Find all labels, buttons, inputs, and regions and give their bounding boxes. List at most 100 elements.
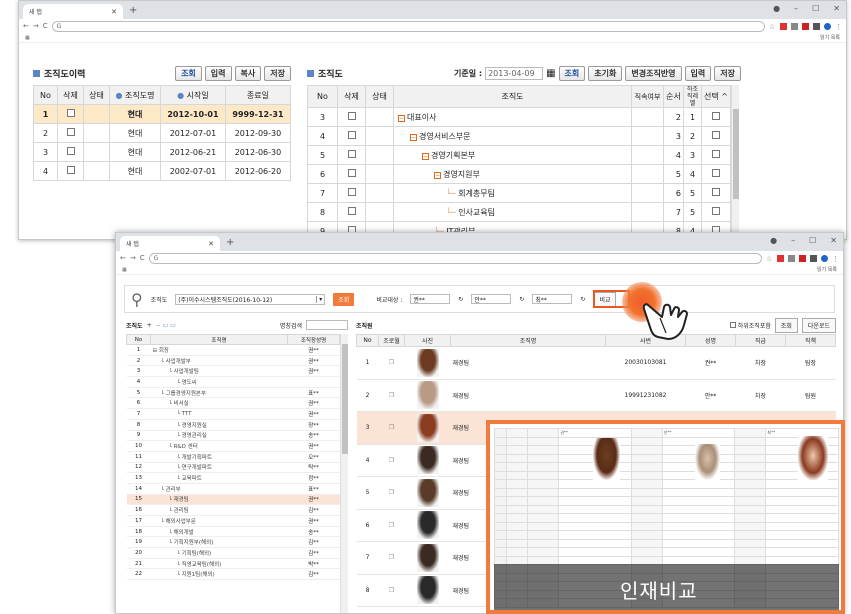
table-row[interactable]: 4 현대 2002-07-01 2012-06-20 <box>33 161 292 181</box>
profile-icon[interactable]: ● <box>770 236 777 245</box>
tree-scrollbar[interactable] <box>340 334 348 613</box>
delete-checkbox[interactable] <box>66 166 75 174</box>
base-date-input[interactable]: 2013-04-09 <box>485 66 544 80</box>
profile-icon[interactable]: ● <box>773 4 780 13</box>
compare-input-1[interactable]: 권** <box>410 294 451 304</box>
close-window-icon[interactable]: ✕ <box>830 236 837 245</box>
delete-checkbox[interactable] <box>66 109 75 117</box>
download-button[interactable]: 다운로드 <box>801 317 836 333</box>
member-search-button[interactable]: 조회 <box>774 317 798 333</box>
select-checkbox[interactable] <box>712 169 720 177</box>
collapse-node-icon[interactable]: − <box>422 152 429 160</box>
reload-icon[interactable]: C <box>140 254 145 262</box>
maximize-icon[interactable]: ☐ <box>812 4 819 13</box>
history-copy-button[interactable]: 복사 <box>234 65 262 81</box>
reset-icon[interactable]: ↻ <box>580 296 585 303</box>
ext-grid-icon[interactable] <box>791 22 798 30</box>
tree-row[interactable]: 6 └ 비서실 권** <box>126 397 340 410</box>
tree-row[interactable]: 8 └ 경영지원실 장** <box>126 419 340 431</box>
table-row[interactable]: 2 ❐ 재경팀 19991231082 안** 차장 팀원 <box>356 379 836 412</box>
reading-list[interactable]: 읽기 목록 <box>820 34 840 41</box>
collapse-node-icon[interactable]: − <box>434 171 441 179</box>
select-checkbox[interactable] <box>712 112 720 120</box>
calendar-icon[interactable]: ▦ <box>546 68 555 79</box>
reading-list[interactable]: 읽기 목록 <box>817 266 837 273</box>
reset-icon[interactable]: ↻ <box>519 296 524 303</box>
reload-icon[interactable]: C <box>43 22 48 30</box>
apps-icon[interactable]: ▦ <box>122 267 127 273</box>
close-tab-icon[interactable]: ✕ <box>208 240 214 248</box>
org-search-button[interactable]: 조회 <box>333 292 355 306</box>
ext-grid-icon[interactable] <box>788 254 795 262</box>
copy-icon[interactable]: ❐ <box>378 476 405 510</box>
ext-flag-icon[interactable] <box>802 22 809 30</box>
table-row[interactable]: 1 ❐ 재경팀 20030103081 권** 차장 팀장 <box>356 346 836 380</box>
tree-row[interactable]: 10 └ R&D 센터 권** <box>126 440 340 452</box>
reset-icon[interactable]: ↻ <box>458 296 463 303</box>
tree-row[interactable]: 19 └ 기획지원부(해외) 김** <box>126 536 340 549</box>
ext-puzzle-icon[interactable] <box>810 254 817 262</box>
org-select[interactable]: (주)이수시스템조직도(2016-10-12) ▾ <box>175 293 326 305</box>
new-tab-icon[interactable]: + <box>226 237 234 248</box>
tree-row[interactable]: 22 └ 지원1팀(해외) 김** <box>126 568 340 581</box>
copy-icon[interactable]: ❐ <box>378 509 405 542</box>
forward-icon[interactable]: → <box>33 22 39 30</box>
tree-row[interactable]: 3 └ 사업개발팀 권** <box>126 365 340 378</box>
tree-row[interactable]: 17 └ 해외사업부문 권** <box>126 515 340 527</box>
copy-icon[interactable]: ❐ <box>378 574 405 607</box>
minimize-icon[interactable]: – <box>794 4 798 13</box>
tree-row[interactable]: 1 ⊟ 회장 권** <box>126 344 340 356</box>
close-window-icon[interactable]: ✕ <box>833 4 840 13</box>
back-icon[interactable]: ← <box>23 22 29 30</box>
delete-checkbox[interactable] <box>347 131 356 139</box>
chart-search-button[interactable]: 조회 <box>558 65 586 81</box>
table-row[interactable]: 7 └─ 회계총무팀 6 5 <box>307 183 731 203</box>
tree-row[interactable]: 16 └ 관리팀 김** <box>126 504 340 516</box>
table-row[interactable]: 8 └─ 인사교육팀 7 5 <box>307 202 731 222</box>
compare-input-2[interactable]: 안** <box>471 294 512 304</box>
url-input[interactable]: G <box>51 20 765 32</box>
minimize-icon[interactable]: – <box>791 236 795 245</box>
collapse-icon[interactable]: − ▭ ▭ <box>156 322 176 329</box>
delete-checkbox[interactable] <box>347 207 356 215</box>
avatar[interactable] <box>821 254 828 262</box>
table-row[interactable]: 4− 경영서비스부문 3 2 <box>307 126 731 146</box>
delete-checkbox[interactable] <box>347 112 356 120</box>
delete-checkbox[interactable] <box>347 150 356 158</box>
star-icon[interactable]: ☆ <box>769 23 776 31</box>
star-icon[interactable]: ☆ <box>766 255 773 263</box>
tree-row[interactable]: 5 └ 그룹경영지원본부 표** <box>126 387 340 399</box>
maximize-icon[interactable]: ☐ <box>809 236 816 245</box>
delete-checkbox[interactable] <box>347 188 356 196</box>
select-checkbox[interactable] <box>712 131 720 139</box>
ext-red-icon[interactable] <box>777 254 784 262</box>
table-row[interactable]: 5− 경영기획본부 4 3 <box>307 145 731 165</box>
back-icon[interactable]: ← <box>120 254 126 262</box>
apply-change-button[interactable]: 변경조직반영 <box>625 65 682 81</box>
table-row[interactable]: 3− 대표이사 2 1 <box>307 107 731 127</box>
copy-icon[interactable]: ❐ <box>378 411 405 445</box>
forward-icon[interactable]: → <box>130 254 136 262</box>
table-row[interactable]: 3 현대 2012-06-21 2012-06-30 <box>33 142 292 162</box>
tree-row[interactable]: 9 └ 경영관리실 송** <box>126 430 340 442</box>
tree-row[interactable]: 18 └ 해외개발 송** <box>126 526 340 538</box>
chart-save-button[interactable]: 저장 <box>714 65 741 81</box>
menu-icon[interactable]: ⋮ <box>835 23 842 31</box>
select-checkbox[interactable] <box>712 188 720 196</box>
tree-row[interactable]: 14 └ 관리부 표** <box>126 483 340 495</box>
history-save-button[interactable]: 저장 <box>264 65 291 81</box>
new-tab-icon[interactable]: + <box>129 5 137 16</box>
url-input[interactable]: G <box>148 252 762 264</box>
table-row[interactable]: 2 현대 2012-07-01 2012-09-30 <box>33 123 292 143</box>
compare-input-3[interactable]: 최** <box>532 294 573 304</box>
copy-icon[interactable]: ❐ <box>378 444 405 477</box>
ext-red-icon[interactable] <box>780 22 787 30</box>
tree-row[interactable]: 20 └ 기획팀(해외) 김** <box>126 547 340 559</box>
expand-icon[interactable]: + <box>147 322 152 329</box>
browser-tab[interactable]: 새 탭 ✕ <box>120 236 220 251</box>
include-sub-checkbox[interactable]: 하위조직포함 <box>729 321 771 330</box>
select-checkbox[interactable] <box>712 150 720 158</box>
collapse-node-icon[interactable]: − <box>398 114 405 122</box>
apps-icon[interactable]: ▦ <box>25 35 30 41</box>
tree-row[interactable]: 2 └ 사업개발부 권** <box>126 355 340 367</box>
